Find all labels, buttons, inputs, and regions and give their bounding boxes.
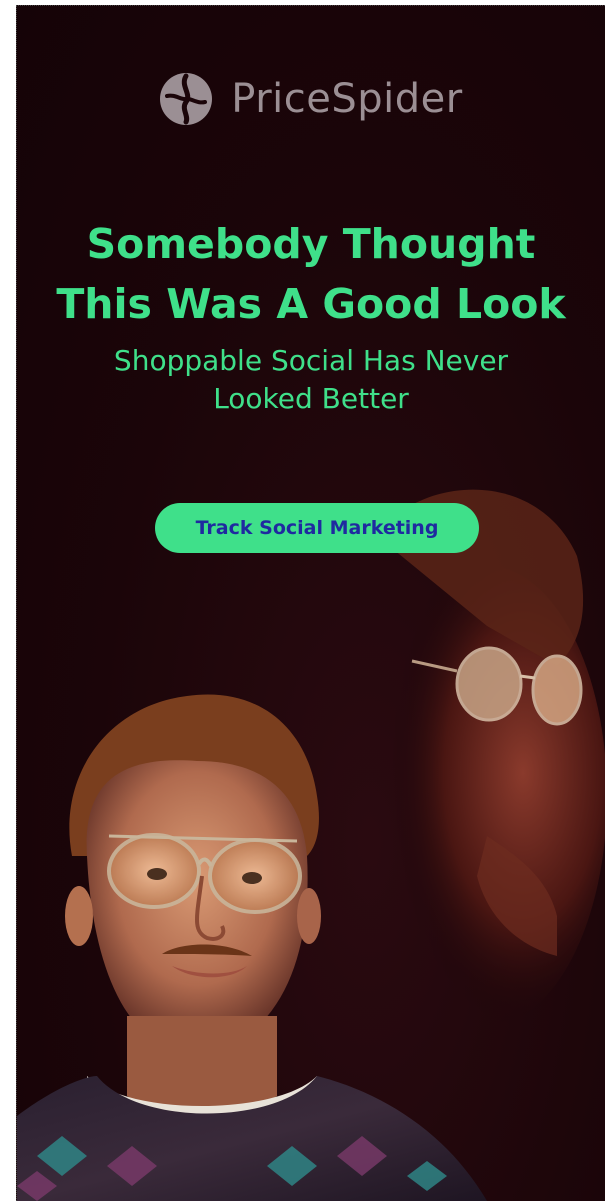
hero-photo (17, 489, 605, 1201)
subhead-line-1: Shoppable Social Has Never (113, 344, 509, 377)
subheadline: Shoppable Social Has Never Looked Better (17, 342, 605, 418)
pricespider-logo-icon (160, 73, 213, 125)
brand-logo[interactable]: PriceSpider (17, 72, 605, 126)
headline: Somebody Thought This Was A Good Look (17, 214, 605, 334)
headline-line-1: Somebody Thought (86, 220, 536, 268)
headline-line-2: This Was A Good Look (56, 280, 566, 328)
display-ad[interactable]: PriceSpider Somebody Thought This Was A … (16, 5, 605, 1201)
track-social-marketing-button[interactable]: Track Social Marketing (155, 503, 479, 553)
subhead-line-2: Looked Better (213, 382, 409, 415)
brand-name: PriceSpider (231, 76, 463, 122)
profile-man (367, 489, 605, 1026)
